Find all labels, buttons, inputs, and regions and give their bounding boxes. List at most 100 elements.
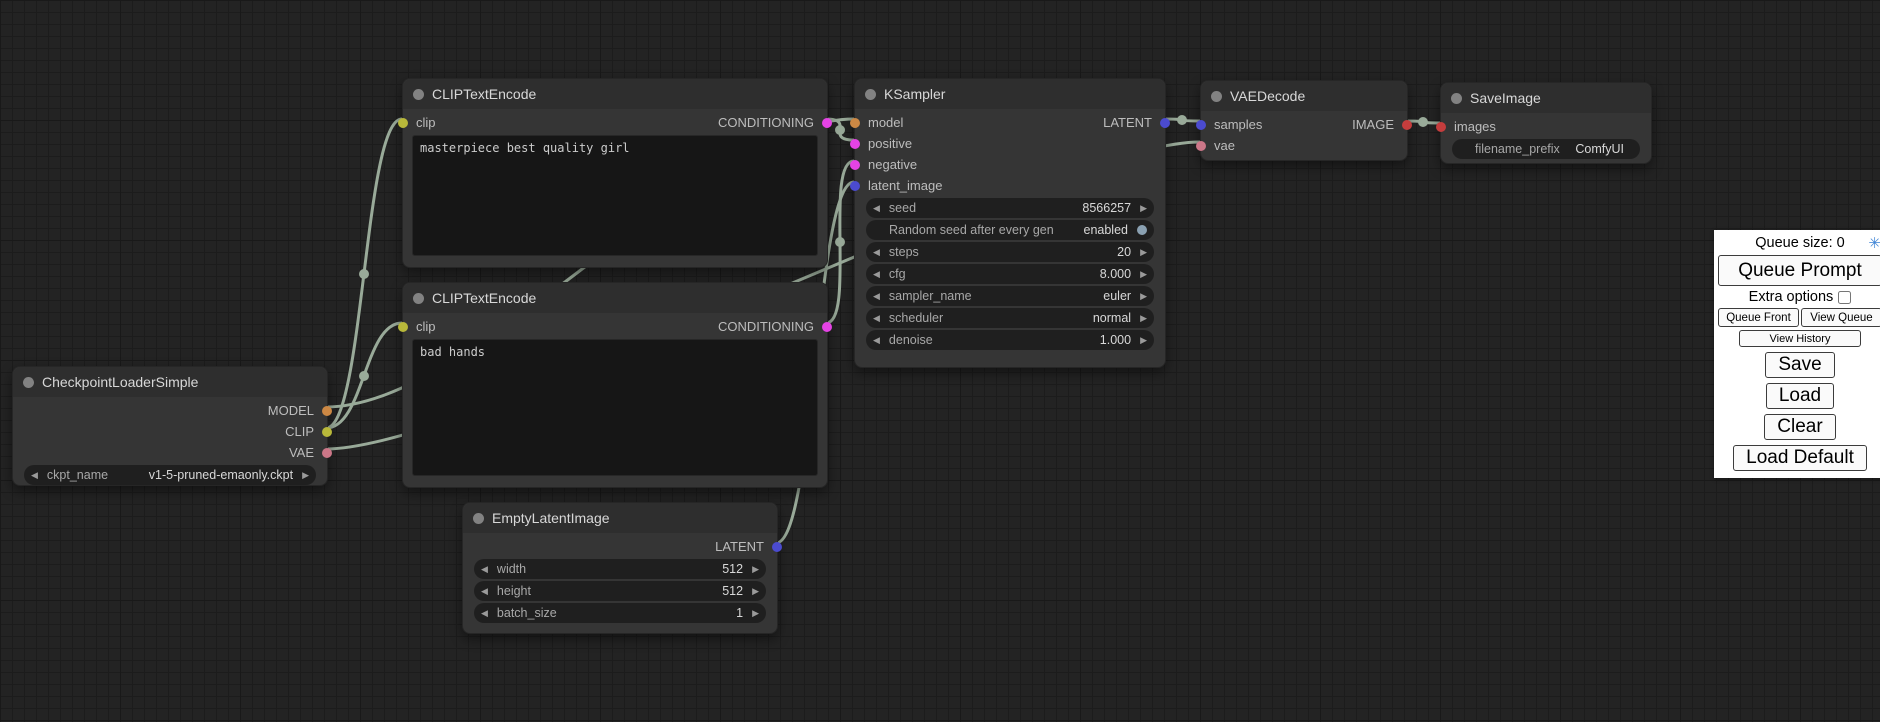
node-vae-decode[interactable]: VAEDecode samples IMAGE vae [1200,80,1408,161]
cfg-widget[interactable]: ◀ cfg 8.000 ▶ [866,264,1154,284]
batch-size-widget[interactable]: ◀ batch_size 1 ▶ [474,603,766,623]
node-title-bar[interactable]: KSampler [855,79,1165,109]
node-collapse-dot[interactable] [23,377,34,388]
decrement-arrow-icon[interactable]: ◀ [873,336,880,345]
extra-options-row[interactable]: Extra options [1749,289,1852,305]
increment-arrow-icon[interactable]: ▶ [752,587,759,596]
node-collapse-dot[interactable] [865,89,876,100]
negative-input-port[interactable] [850,160,860,170]
latent-output-port[interactable] [772,542,782,552]
prompt-textarea[interactable]: masterpiece best quality girl [412,135,818,256]
decrement-arrow-icon[interactable]: ◀ [873,314,880,323]
node-checkpoint-loader[interactable]: CheckpointLoaderSimple MODEL CLIP VAE ◀ … [12,366,328,486]
increment-arrow-icon[interactable]: ▶ [302,471,309,480]
output-slot-model: MODEL [13,400,327,421]
node-collapse-dot[interactable] [1451,93,1462,104]
model-input-port[interactable] [850,118,860,128]
extra-options-label: Extra options [1749,289,1834,305]
increment-arrow-icon[interactable]: ▶ [1140,248,1147,257]
slot-row: samples IMAGE [1201,114,1407,135]
decrement-arrow-icon[interactable]: ◀ [873,270,880,279]
slot-label: clip [416,319,436,334]
increment-arrow-icon[interactable]: ▶ [752,609,759,618]
node-collapse-dot[interactable] [413,293,424,304]
increment-arrow-icon[interactable]: ▶ [1140,292,1147,301]
decrement-arrow-icon[interactable]: ◀ [481,587,488,596]
random-seed-toggle[interactable]: Random seed after every gen enabled [866,220,1154,240]
filename-prefix-widget[interactable]: filename_prefix ComfyUI [1452,139,1640,159]
increment-arrow-icon[interactable]: ▶ [1140,336,1147,345]
decrement-arrow-icon[interactable]: ◀ [481,609,488,618]
widget-label: denoise [889,333,933,347]
queue-front-button[interactable]: Queue Front [1718,308,1799,327]
node-save-image[interactable]: SaveImage images filename_prefix ComfyUI [1440,82,1652,164]
node-title-bar[interactable]: CheckpointLoaderSimple [13,367,327,397]
widget-value: 512 [531,584,743,598]
toggle-indicator-icon[interactable] [1137,225,1147,235]
conditioning-output-port[interactable] [822,322,832,332]
decrement-arrow-icon[interactable]: ◀ [873,204,880,213]
node-title-bar[interactable]: VAEDecode [1201,81,1407,111]
node-title-bar[interactable]: CLIPTextEncode [403,283,827,313]
image-output-port[interactable] [1402,120,1412,130]
clip-output-port[interactable] [322,427,332,437]
link-clip-to-negative-encode [326,323,402,428]
widget-value: v1-5-pruned-emaonly.ckpt [108,468,293,482]
clear-button[interactable]: Clear [1764,414,1835,440]
prompt-textarea[interactable]: bad hands [412,339,818,476]
ckpt-name-widget[interactable]: ◀ ckpt_name v1-5-pruned-emaonly.ckpt ▶ [24,465,316,485]
slot-row: clip CONDITIONING [403,316,827,337]
conditioning-output-port[interactable] [822,118,832,128]
positive-input-port[interactable] [850,139,860,149]
seed-widget[interactable]: ◀ seed 8566257 ▶ [866,198,1154,218]
node-ksampler[interactable]: KSampler model LATENT positive negative … [854,78,1166,368]
node-title: CLIPTextEncode [432,86,536,102]
images-input-port[interactable] [1436,122,1446,132]
save-button[interactable]: Save [1765,352,1834,378]
decrement-arrow-icon[interactable]: ◀ [873,292,880,301]
view-queue-button[interactable]: View Queue [1801,308,1880,327]
increment-arrow-icon[interactable]: ▶ [1140,204,1147,213]
node-title-bar[interactable]: SaveImage [1441,83,1651,113]
node-collapse-dot[interactable] [413,89,424,100]
output-slot-latent: LATENT [463,536,777,557]
vae-input-port[interactable] [1196,141,1206,151]
decrement-arrow-icon[interactable]: ◀ [873,248,880,257]
model-output-port[interactable] [322,406,332,416]
clip-input-port[interactable] [398,322,408,332]
latent-output-port[interactable] [1160,118,1170,128]
decrement-arrow-icon[interactable]: ◀ [481,565,488,574]
node-collapse-dot[interactable] [473,513,484,524]
steps-widget[interactable]: ◀ steps 20 ▶ [866,242,1154,262]
scheduler-widget[interactable]: ◀ scheduler normal ▶ [866,308,1154,328]
node-clip-text-encode-negative[interactable]: CLIPTextEncode clip CONDITIONING bad han… [402,282,828,488]
extra-options-checkbox[interactable] [1838,291,1851,304]
load-default-button[interactable]: Load Default [1733,445,1867,471]
node-empty-latent-image[interactable]: EmptyLatentImage LATENT ◀ width 512 ▶ ◀ … [462,502,778,634]
load-button[interactable]: Load [1766,383,1834,409]
decrement-arrow-icon[interactable]: ◀ [31,471,38,480]
widget-label: scheduler [889,311,943,325]
node-title-bar[interactable]: EmptyLatentImage [463,503,777,533]
increment-arrow-icon[interactable]: ▶ [752,565,759,574]
link-midpoint-dot [359,269,369,279]
queue-prompt-button[interactable]: Queue Prompt [1718,255,1880,286]
node-title: VAEDecode [1230,88,1305,104]
increment-arrow-icon[interactable]: ▶ [1140,270,1147,279]
view-history-button[interactable]: View History [1739,330,1860,347]
node-collapse-dot[interactable] [1211,91,1222,102]
clip-input-port[interactable] [398,118,408,128]
settings-gear-icon[interactable]: ✳ [1868,234,1880,252]
latent-image-input-port[interactable] [850,181,860,191]
widget-label: sampler_name [889,289,972,303]
comfy-menu[interactable]: Queue size: 0 ✳ Queue Prompt Extra optio… [1714,230,1880,478]
samples-input-port[interactable] [1196,120,1206,130]
sampler-name-widget[interactable]: ◀ sampler_name euler ▶ [866,286,1154,306]
height-widget[interactable]: ◀ height 512 ▶ [474,581,766,601]
vae-output-port[interactable] [322,448,332,458]
increment-arrow-icon[interactable]: ▶ [1140,314,1147,323]
node-title-bar[interactable]: CLIPTextEncode [403,79,827,109]
node-clip-text-encode-positive[interactable]: CLIPTextEncode clip CONDITIONING masterp… [402,78,828,268]
denoise-widget[interactable]: ◀ denoise 1.000 ▶ [866,330,1154,350]
width-widget[interactable]: ◀ width 512 ▶ [474,559,766,579]
